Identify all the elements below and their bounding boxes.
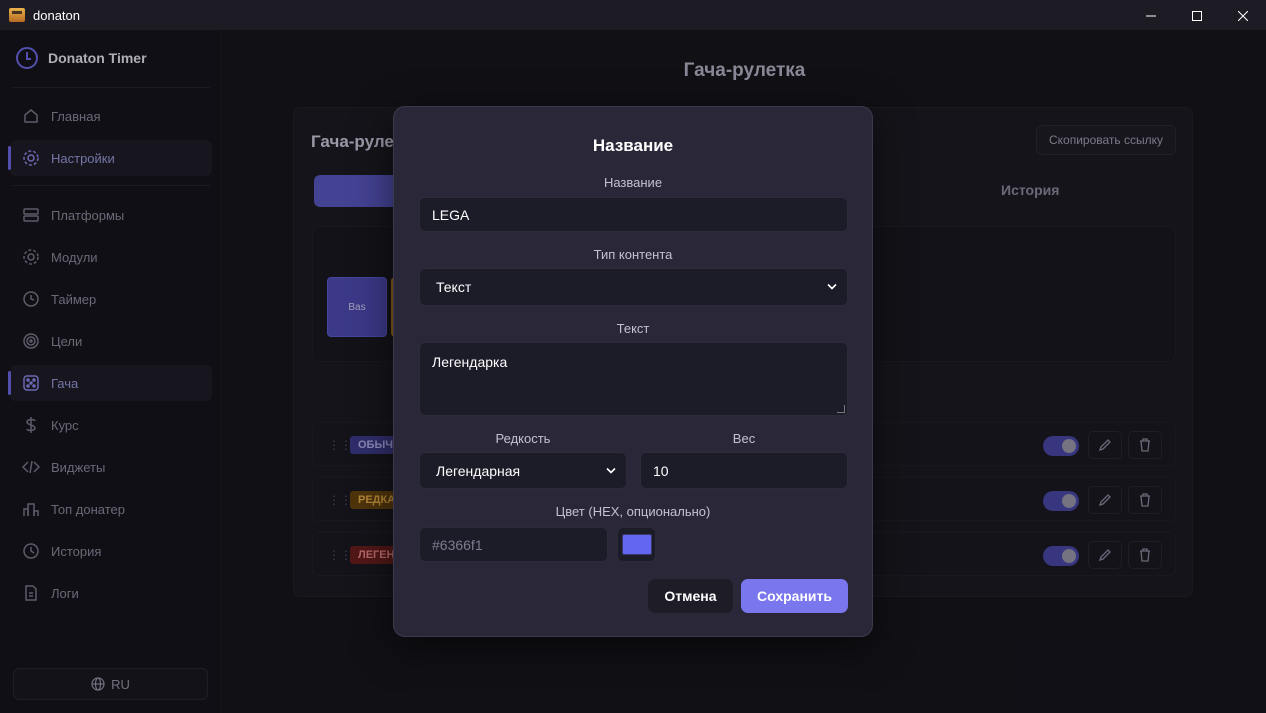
rarity-label: Редкость [495,431,551,446]
save-button[interactable]: Сохранить [741,579,848,613]
content-type-select[interactable]: Текст [419,268,848,306]
name-label: Название [603,175,663,190]
text-area[interactable]: Легендарка [419,342,848,416]
maximize-icon [1192,10,1202,21]
name-value: LEGA [432,206,470,223]
color-hex-placeholder: #6366f1 [432,536,483,553]
rarity-select[interactable]: Легендарная [419,452,627,489]
close-window-button[interactable] [1220,0,1266,31]
color-swatch [621,534,652,555]
content-type-label: Тип контента [593,247,673,262]
weight-value: 10 [653,462,669,479]
weight-field[interactable]: 10 [640,452,848,489]
close-icon [1238,10,1248,21]
color-label: Цвет (HEX, опционально) [555,504,711,519]
modal-title: Название [592,136,674,155]
title-bar: donaton [0,0,1266,31]
resize-handle-icon[interactable] [837,405,845,413]
edit-item-modal: Название Название LEGA Тип контента Текс… [393,106,873,637]
maximize-button[interactable] [1174,0,1220,31]
app-icon [9,8,25,22]
window-controls [1128,0,1266,31]
text-value: Легендарка [432,354,508,370]
chevron-down-icon [827,283,837,290]
minimize-button[interactable] [1128,0,1174,31]
window-title: donaton [33,7,80,23]
color-picker[interactable] [617,527,656,562]
rarity-value: Легендарная [436,462,521,479]
chevron-down-icon [606,467,616,474]
cancel-button[interactable]: Отмена [648,579,733,613]
text-label: Текст [616,321,650,336]
weight-label: Вес [732,431,756,446]
content-type-value: Текст [436,279,472,295]
name-field[interactable]: LEGA [419,197,848,232]
color-hex-input[interactable]: #6366f1 [419,527,608,562]
minimize-icon [1146,15,1156,16]
